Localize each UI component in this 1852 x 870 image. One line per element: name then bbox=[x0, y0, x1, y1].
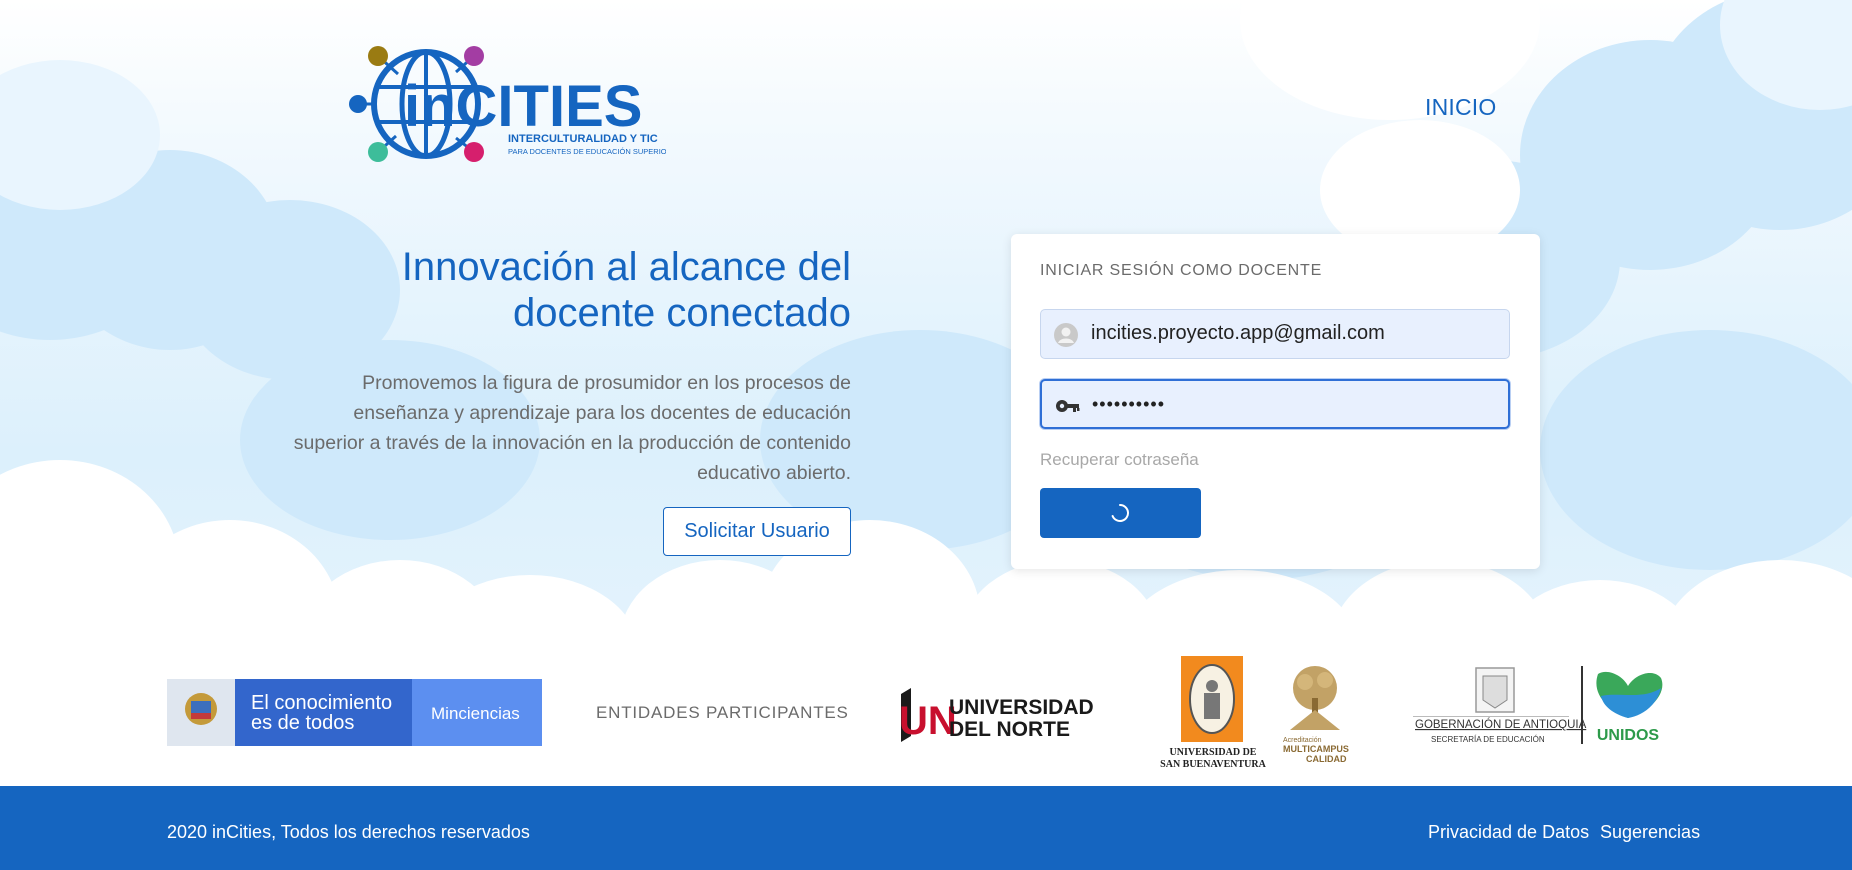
password-input[interactable] bbox=[1092, 381, 1502, 427]
password-field[interactable] bbox=[1040, 379, 1510, 429]
key-icon bbox=[1056, 400, 1080, 412]
logo-tagline: INTERCULTURALIDAD Y TIC bbox=[508, 133, 658, 145]
minciencias-brand: Minciencias bbox=[431, 704, 520, 723]
minciencias-line1: El conocimiento bbox=[251, 692, 392, 714]
multicampus-line2: MULTICAMPUS bbox=[1283, 744, 1349, 754]
privacy-link[interactable]: Privacidad de Datos bbox=[1428, 822, 1589, 843]
nav-home-link[interactable]: INICIO bbox=[1425, 94, 1496, 121]
multicampus-line1: Acreditación bbox=[1283, 737, 1322, 744]
logo-subtagline: PARA DOCENTES DE EDUCACIÓN SUPERIOR bbox=[508, 147, 666, 156]
multicampus-line3: CALIDAD bbox=[1306, 754, 1347, 764]
sky-background bbox=[0, 0, 1852, 650]
antioquia-logo: GOBERNACIÓN DE ANTIOQUIA SECRETARÍA DE E… bbox=[1413, 666, 1663, 744]
hero-title-line2: docente conectado bbox=[512, 291, 851, 335]
login-title: INICIAR SESIÓN COMO DOCENTE bbox=[1040, 262, 1323, 279]
unidos-label: UNIDOS bbox=[1597, 727, 1660, 744]
copyright-text: 2020 inCities, Todos los derechos reserv… bbox=[167, 822, 530, 842]
uninorte-line2: DEL NORTE bbox=[949, 718, 1070, 741]
partners-label: ENTIDADES PARTICIPANTES bbox=[596, 703, 849, 722]
san-buenaventura-logo: UNIVERSIDAD DE SAN BUENAVENTURA bbox=[1160, 656, 1267, 770]
antioquia-line2: SECRETARÍA DE EDUCACIÓN bbox=[1431, 735, 1545, 744]
hero-title-line1: Innovación al alcance del bbox=[401, 245, 851, 289]
loading-spinner-icon bbox=[1111, 504, 1129, 522]
request-user-button[interactable]: Solicitar Usuario bbox=[663, 507, 851, 556]
usb-line1: UNIVERSIDAD DE bbox=[1170, 747, 1257, 758]
login-card: INICIAR SESIÓN COMO DOCENTE Recuperar co… bbox=[1011, 234, 1540, 569]
user-icon bbox=[1054, 323, 1078, 347]
uninorte-logo: UN UNIVERSIDAD DEL NORTE bbox=[899, 688, 1094, 743]
usb-line2: SAN BUENAVENTURA bbox=[1160, 759, 1266, 770]
email-input[interactable] bbox=[1091, 310, 1501, 356]
minciencias-logo: El conocimiento es de todos Minciencias bbox=[167, 679, 542, 746]
antioquia-line1: GOBERNACIÓN DE ANTIOQUIA bbox=[1415, 718, 1587, 731]
login-submit-button[interactable] bbox=[1040, 488, 1201, 538]
partners-section: El conocimiento es de todos Minciencias … bbox=[0, 650, 1852, 786]
incities-logo[interactable]: inCITIES INTERCULTURALIDAD Y TIC PARA DO… bbox=[346, 42, 666, 168]
multicampus-accreditation-logo: Acreditación MULTICAMPUS CALIDAD bbox=[1283, 666, 1349, 764]
minciencias-line2: es de todos bbox=[251, 712, 354, 734]
footer: 2020 inCities, Todos los derechos reserv… bbox=[0, 786, 1852, 870]
uninorte-line1: UNIVERSIDAD bbox=[949, 696, 1094, 719]
hero-description: Promovemos la figura de prosumidor en lo… bbox=[293, 372, 851, 484]
suggestions-link[interactable]: Sugerencias bbox=[1600, 822, 1700, 843]
hero-title: Innovación al alcance del docente conect… bbox=[291, 244, 851, 336]
email-field[interactable] bbox=[1040, 309, 1510, 359]
recover-password-link[interactable]: Recuperar cotraseña bbox=[1040, 450, 1199, 470]
logo-brand: inCITIES bbox=[404, 74, 642, 139]
